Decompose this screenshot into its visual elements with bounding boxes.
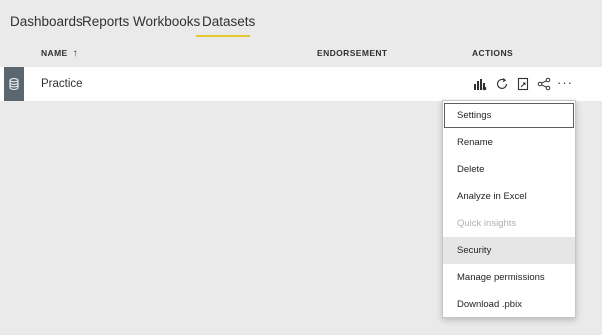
tab-datasets[interactable]: Datasets [202, 14, 255, 29]
tab-workbooks[interactable]: Workbooks [133, 14, 200, 29]
sort-ascending-icon: ↑ [72, 48, 79, 59]
database-icon [4, 67, 24, 101]
menu-item-security[interactable]: Security [443, 237, 575, 264]
name-header-label: NAME [41, 48, 68, 58]
share-icon[interactable] [536, 76, 552, 92]
menu-item-download-pbix[interactable]: Download .pbix [443, 291, 575, 318]
name-column-header[interactable]: NAME ↑ [41, 48, 78, 59]
tab-reports[interactable]: Reports [82, 14, 129, 29]
menu-item-settings[interactable]: Settings [443, 102, 575, 129]
dataset-name[interactable]: Practice [41, 78, 83, 90]
menu-item-analyze-in-excel[interactable]: Analyze in Excel [443, 183, 575, 210]
endorsement-column-header: ENDORSEMENT [317, 48, 388, 58]
tab-dashboards[interactable]: Dashboards [10, 14, 83, 29]
active-tab-indicator [196, 35, 250, 37]
actions-column-header: ACTIONS [472, 48, 514, 58]
menu-item-delete[interactable]: Delete [443, 156, 575, 183]
dataset-context-menu: Settings Rename Delete Analyze in Excel … [442, 100, 576, 318]
menu-item-quick-insights: Quick insights [457, 218, 517, 229]
more-options-icon[interactable]: ··· [557, 74, 573, 90]
menu-item-manage-permissions[interactable]: Manage permissions [443, 264, 575, 291]
content-tabs: Dashboards Reports Workbooks Datasets [0, 0, 602, 40]
schedule-refresh-icon[interactable] [515, 76, 531, 92]
menu-item-rename[interactable]: Rename [443, 129, 575, 156]
refresh-icon[interactable] [494, 76, 510, 92]
create-report-icon[interactable] [472, 76, 488, 92]
table-row[interactable]: Practice ··· [0, 67, 602, 101]
